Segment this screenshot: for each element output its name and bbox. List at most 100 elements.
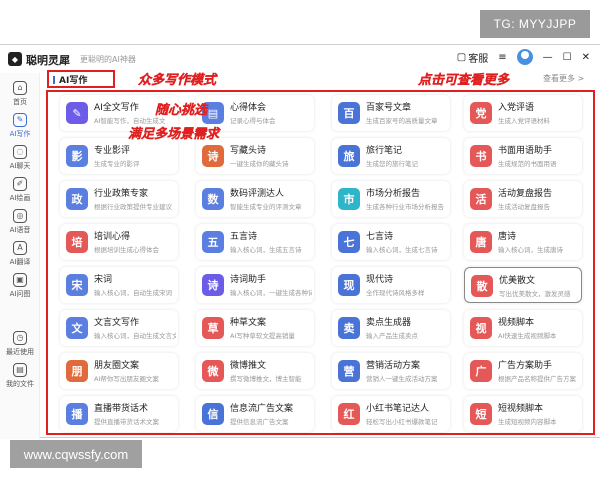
writing-mode-card[interactable]: 散优美散文 写出优美散文，激发灵感 [464, 267, 582, 303]
writing-mode-card[interactable]: 培培训心得 根据培训生成心得体会 [60, 224, 178, 260]
card-icon: 书 [470, 145, 492, 167]
avatar[interactable] [516, 49, 533, 65]
sidebar-item[interactable]: ⌂ 首页 [0, 81, 40, 107]
writing-mode-card[interactable]: 短短视频脚本 生成短视频内容脚本 [464, 396, 582, 432]
sidebar-item-label: 首页 [13, 98, 27, 106]
minimize-icon[interactable]: — [543, 52, 553, 63]
app-window: ◆ 聪明灵犀 更聪明的AI神器 ▢ 客服 ≡ — ☐ ✕ ⌂ 首页 ✎ AI写作 ◌ AI… [0, 44, 600, 439]
sidebar-item[interactable]: ▤ 我的文件 [0, 363, 40, 389]
writing-mode-card[interactable]: 卖卖点生成器 输入产品生成卖点 [332, 310, 450, 346]
card-title: 广告方案助手 [498, 361, 553, 371]
writing-mode-card[interactable]: 草种草文案 AI写种草软文提高销量 [196, 310, 314, 346]
sidebar-item-label: AI聊天 [9, 162, 31, 170]
card-title: 市场分析报告 [366, 189, 421, 199]
sidebar-item-label: AI翻译 [9, 258, 31, 266]
writing-mode-card[interactable]: 视视频脚本 AI快速生成视频脚本 [464, 310, 582, 346]
writing-mode-card[interactable]: 营营销活动方案 营销人一键生成活动方案 [332, 353, 450, 389]
card-description: 智能生成专业的评测文章 [230, 203, 302, 211]
section-label-ai-writing[interactable]: AI写作 [47, 70, 115, 88]
writing-mode-card[interactable]: 宋宋词 输入核心词，自动生成宋词 [60, 267, 178, 303]
annotation-more: 点击可查看更多 [418, 73, 510, 88]
card-description: 生成各种行业市场分析报告 [366, 203, 444, 211]
writing-mode-card[interactable]: 朋朋友圈文案 AI帮你写出朋友圈文案 [60, 353, 178, 389]
card-description: 生成百家号的高质量文章 [366, 117, 438, 125]
card-icon: 数 [202, 188, 224, 210]
sidebar-item[interactable]: ◌ AI聊天 [0, 145, 40, 171]
chat-bubble-icon: ▢ [456, 51, 467, 63]
card-description: 一键生成你的藏头诗 [230, 160, 289, 168]
card-icon: 广 [470, 360, 492, 382]
card-title: 文言文写作 [94, 318, 140, 328]
card-title: 百家号文章 [366, 103, 412, 113]
writing-mode-card[interactable]: 文文言文写作 输入核心词，自动生成文言文 [60, 310, 178, 346]
customer-service-label: 客服 [468, 53, 489, 65]
card-icon: 宋 [66, 274, 88, 296]
card-icon: 卖 [338, 317, 360, 339]
sidebar-item-label: 我的文件 [6, 380, 34, 388]
writing-mode-card[interactable]: 现现代诗 全作现代诗风格多样 [332, 267, 450, 303]
card-icon: 七 [338, 231, 360, 253]
writing-mode-card[interactable]: 微微博推文 撰写微博推文，博主智能 [196, 353, 314, 389]
card-icon: 百 [338, 102, 360, 124]
writing-mode-card[interactable]: 党入党评语 生成入党评语材料 [464, 95, 582, 131]
writing-mode-card[interactable]: 活活动复盘报告 生成活动复盘报告 [464, 181, 582, 217]
sidebar-item-icon: ✐ [13, 177, 27, 191]
writing-mode-card[interactable]: 市市场分析报告 生成各种行业市场分析报告 [332, 181, 450, 217]
sidebar-item[interactable]: ✐ AI绘画 [0, 177, 40, 203]
sidebar-item[interactable]: ◷ 最近使用 [0, 331, 40, 357]
card-description: 提供直播带货话术文案 [94, 418, 159, 426]
card-icon: 政 [66, 188, 88, 210]
writing-mode-card[interactable]: 信信息流广告文案 提供信息流广告文案 [196, 396, 314, 432]
card-description: 撰写微博推文，博主智能 [230, 375, 302, 383]
card-icon: 朋 [66, 360, 88, 382]
card-icon: 诗 [202, 274, 224, 296]
writing-mode-card[interactable]: 广广告方案助手 根据产品名称提供广告方案 [464, 353, 582, 389]
card-icon: 营 [338, 360, 360, 382]
card-icon: 培 [66, 231, 88, 253]
writing-mode-card[interactable]: 红小红书笔记达人 轻松写出小红书爆款笔记 [332, 396, 450, 432]
card-title: 小红书笔记达人 [366, 404, 430, 414]
card-icon: 短 [470, 403, 492, 425]
card-title: 短视频脚本 [498, 404, 544, 414]
app-name: 聪明灵犀 [26, 54, 70, 67]
card-description: 生成专业的影评 [94, 160, 140, 168]
card-title: 活动复盘报告 [498, 189, 553, 199]
card-icon: 微 [202, 360, 224, 382]
writing-mode-card[interactable]: 政行业政策专家 根据行业政策提供专业建议 [60, 181, 178, 217]
sidebar-item[interactable]: A AI翻译 [0, 241, 40, 267]
writing-mode-card[interactable]: 书书面用语助手 生成规范的书面用语 [464, 138, 582, 174]
sidebar-item-icon: ✎ [13, 113, 27, 127]
sidebar-item-icon: ◌ [13, 145, 27, 159]
sidebar-item[interactable]: ✎ AI写作 [0, 113, 40, 139]
sidebar-item-icon: ◎ [13, 209, 27, 223]
writing-mode-card[interactable]: 唐唐诗 输入核心词，生成唐诗 [464, 224, 582, 260]
card-description: 生成规范的书面用语 [498, 160, 557, 168]
customer-service-button[interactable]: ▢ 客服 [457, 50, 488, 65]
view-more-link[interactable]: 查看更多 > [543, 73, 584, 84]
menu-icon[interactable]: ≡ [498, 52, 506, 63]
card-description: 营销人一键生成活动方案 [366, 375, 438, 383]
close-icon[interactable]: ✕ [582, 52, 590, 63]
sidebar-item-icon: ▣ [13, 273, 27, 287]
writing-mode-card[interactable]: 诗写藏头诗 一键生成你的藏头诗 [196, 138, 314, 174]
sidebar-item-label: 最近使用 [6, 348, 34, 356]
title-bar-controls: ▢ 客服 ≡ — ☐ ✕ [457, 49, 590, 65]
writing-mode-card[interactable]: 播直播带货话术提供直播带货话术文案 [60, 396, 178, 432]
card-icon: 播 [66, 403, 88, 425]
card-title: 培训心得 [94, 232, 131, 242]
writing-mode-card[interactable]: 诗诗词助手 输入核心词，一键生成各种诗词 [196, 267, 314, 303]
writing-mode-card[interactable]: 七七言诗 输入核心词，生成七言诗 [332, 224, 450, 260]
sidebar-item[interactable]: ▣ AI问图 [0, 273, 40, 299]
writing-mode-card[interactable]: 影专业影评 生成专业的影评 [60, 138, 178, 174]
writing-mode-card[interactable]: 百百家号文章生成百家号的高质量文章 [332, 95, 450, 131]
writing-mode-card[interactable]: 旅旅行笔记 生成您的旅行笔记 [332, 138, 450, 174]
card-description: 全作现代诗风格多样 [366, 289, 425, 297]
maximize-icon[interactable]: ☐ [563, 52, 572, 63]
title-bar: ◆ 聪明灵犀 更聪明的AI神器 ▢ 客服 ≡ — ☐ ✕ [0, 45, 600, 73]
card-title: 直播带货话术 [94, 404, 149, 414]
card-icon: 信 [202, 403, 224, 425]
sidebar-item[interactable]: ◎ AI语音 [0, 209, 40, 235]
writing-mode-card[interactable]: 五五言诗 输入核心词，生成五言诗 [196, 224, 314, 260]
card-title: 入党评语 [498, 103, 535, 113]
writing-mode-card[interactable]: 数数码评测达人 智能生成专业的评测文章 [196, 181, 314, 217]
